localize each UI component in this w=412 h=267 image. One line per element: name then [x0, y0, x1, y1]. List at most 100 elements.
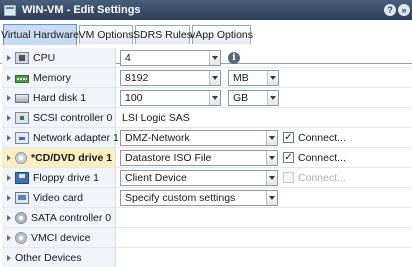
video-settings-select[interactable]: Specify custom settings	[120, 190, 278, 206]
expand-arrow-icon[interactable]	[7, 134, 11, 141]
memory-unit-select[interactable]: MB	[228, 70, 279, 86]
cpu-icon	[15, 51, 29, 64]
vmci-device-icon	[15, 231, 27, 244]
video-label-cell[interactable]: Video card	[2, 188, 116, 207]
expand-arrow-icon[interactable]	[7, 54, 11, 61]
hard-disk-label-cell[interactable]: Hard disk 1	[2, 88, 116, 107]
chevron-down-icon[interactable]	[209, 71, 220, 85]
floppy-connect-label: Connect...	[298, 172, 346, 184]
hardware-row-memory: Memory 8192 MB	[2, 68, 412, 88]
hardware-row-hard-disk: Hard disk 1 100 GB	[2, 88, 412, 108]
floppy-connect-checkbox[interactable]	[283, 172, 294, 183]
dvd-connect-checkbox[interactable]: ✓	[283, 152, 294, 163]
memory-label: Memory	[33, 71, 71, 84]
expand-arrow-icon[interactable]	[7, 234, 11, 241]
vm-icon	[4, 4, 16, 16]
network-adapter-icon	[15, 131, 29, 144]
chevron-down-icon[interactable]	[267, 71, 278, 85]
chevron-down-icon[interactable]	[266, 131, 277, 145]
expand-arrow-icon[interactable]	[7, 74, 11, 81]
floppy-drive-icon	[15, 171, 29, 184]
cpu-count-select[interactable]: 4	[120, 50, 221, 66]
hardware-row-sata: SATA controller 0	[2, 208, 412, 228]
cpu-label: CPU	[33, 51, 56, 64]
expand-arrow-icon[interactable]	[7, 94, 11, 101]
hardware-row-scsi: SCSI controller 0 LSI Logic SAS	[2, 108, 412, 128]
network-value: DMZ-Network	[125, 132, 190, 144]
sata-label-cell[interactable]: SATA controller 0	[2, 208, 116, 227]
info-icon[interactable]: i	[228, 52, 240, 64]
chevron-down-icon[interactable]	[209, 51, 220, 65]
memory-size-input[interactable]: 8192	[120, 70, 221, 86]
network-connect-label: Connect...	[298, 132, 346, 144]
floppy-source-value: Client Device	[125, 172, 187, 184]
hard-disk-label: Hard disk 1	[33, 91, 87, 104]
dvd-label: *CD/DVD drive 1	[31, 151, 113, 164]
expand-arrow-icon[interactable]	[7, 194, 11, 201]
floppy-label: Floppy drive 1	[33, 171, 99, 184]
floppy-label-cell[interactable]: Floppy drive 1	[2, 168, 116, 187]
memory-unit-value: MB	[233, 72, 249, 84]
network-label-cell[interactable]: Network adapter 1	[2, 128, 119, 147]
chevron-down-icon[interactable]	[209, 91, 220, 105]
video-settings-value: Specify custom settings	[125, 192, 236, 204]
window-title: WIN-VM - Edit Settings	[22, 4, 141, 16]
hardware-row-dvd: *CD/DVD drive 1 Datastore ISO File ✓ Con…	[2, 148, 412, 168]
network-connect-checkbox[interactable]: ✓	[283, 132, 294, 143]
dvd-drive-icon	[15, 151, 27, 164]
video-label: Video card	[33, 191, 84, 204]
other-devices-label: Other Devices	[15, 251, 82, 264]
dvd-connect-label: Connect...	[298, 152, 346, 164]
expand-arrow-icon[interactable]	[7, 214, 11, 221]
scsi-controller-icon	[15, 111, 29, 124]
hard-disk-size-input[interactable]: 100	[120, 90, 221, 106]
virtual-hardware-grid: CPU 4 i Memory 8192 MB Hard disk 1 100 G…	[2, 46, 412, 267]
tab-sdrs-rules[interactable]: SDRS Rules	[133, 25, 192, 44]
hardware-row-floppy: Floppy drive 1 Client Device Connect...	[2, 168, 412, 188]
memory-label-cell[interactable]: Memory	[2, 68, 116, 87]
scsi-type-value: LSI Logic SAS	[122, 112, 190, 124]
chevron-down-icon[interactable]	[266, 171, 277, 185]
scsi-label: SCSI controller 0	[33, 111, 113, 124]
scsi-label-cell[interactable]: SCSI controller 0	[2, 108, 116, 127]
memory-icon	[15, 74, 29, 83]
dvd-source-select[interactable]: Datastore ISO File	[120, 150, 278, 166]
hardware-row-video: Video card Specify custom settings	[2, 188, 412, 208]
dvd-label-cell[interactable]: *CD/DVD drive 1	[2, 148, 116, 167]
expand-icon[interactable]: »	[398, 4, 410, 16]
vmci-label: VMCI device	[31, 231, 91, 244]
video-card-icon	[15, 191, 29, 204]
window-titlebar: WIN-VM - Edit Settings ? »	[0, 0, 412, 20]
other-label-cell[interactable]: Other Devices	[2, 248, 116, 267]
expand-arrow-icon[interactable]	[7, 114, 11, 121]
tab-vm-options[interactable]: VM Options	[79, 25, 133, 44]
chevron-down-icon[interactable]	[266, 191, 277, 205]
network-label: Network adapter 1	[33, 131, 119, 144]
hard-disk-size-value: 100	[125, 92, 143, 104]
network-select[interactable]: DMZ-Network	[120, 130, 278, 146]
hardware-row-network: Network adapter 1 DMZ-Network ✓ Connect.…	[2, 128, 412, 148]
floppy-source-select[interactable]: Client Device	[120, 170, 278, 186]
tab-virtual-hardware[interactable]: Virtual Hardware	[1, 24, 79, 45]
expand-arrow-icon[interactable]	[7, 154, 11, 161]
hardware-row-other: Other Devices	[2, 248, 412, 267]
sata-controller-icon	[15, 211, 27, 224]
cpu-count-value: 4	[125, 52, 131, 64]
cpu-label-cell[interactable]: CPU	[2, 48, 116, 67]
hardware-row-vmci: VMCI device	[2, 228, 412, 248]
chevron-down-icon[interactable]	[267, 91, 278, 105]
hardware-row-cpu: CPU 4 i	[2, 48, 412, 68]
expand-arrow-icon[interactable]	[7, 254, 11, 261]
tab-bar: Virtual Hardware VM Options SDRS Rules v…	[0, 20, 412, 64]
vmci-label-cell[interactable]: VMCI device	[2, 228, 116, 247]
hard-disk-icon	[15, 94, 29, 103]
help-icon[interactable]: ?	[384, 4, 396, 16]
chevron-down-icon[interactable]	[266, 151, 277, 165]
tab-vapp-options[interactable]: vApp Options	[190, 25, 253, 44]
hard-disk-unit-value: GB	[233, 92, 249, 104]
memory-size-value: 8192	[125, 72, 149, 84]
hard-disk-unit-select[interactable]: GB	[228, 90, 279, 106]
dvd-source-value: Datastore ISO File	[125, 152, 212, 164]
sata-label: SATA controller 0	[31, 211, 112, 224]
expand-arrow-icon[interactable]	[7, 174, 11, 181]
